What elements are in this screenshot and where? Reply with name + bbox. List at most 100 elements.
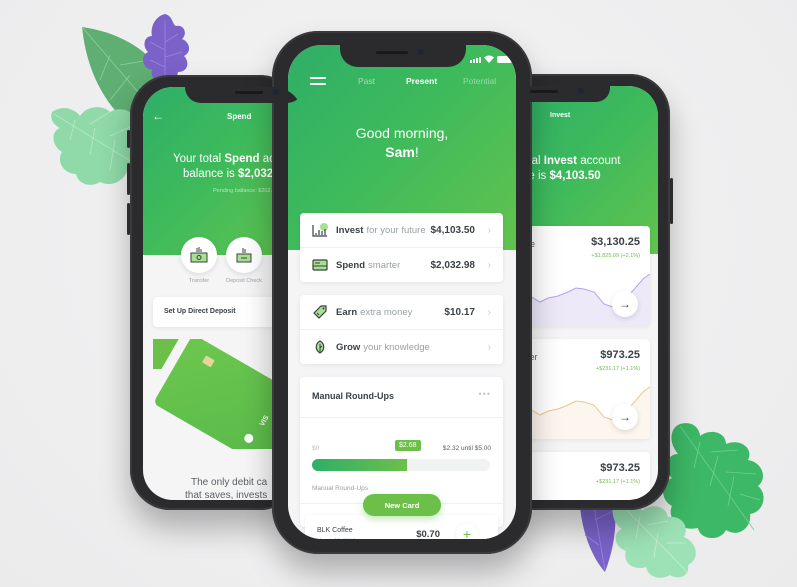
plus-icon: + xyxy=(462,526,472,539)
status-bar xyxy=(470,55,512,63)
portfolio-amount: $973.25 xyxy=(600,349,640,361)
spend-balance-line1: Your total Spend ac xyxy=(173,153,275,165)
wifi-icon xyxy=(484,55,494,63)
account-title: Spend xyxy=(336,259,366,271)
transfer-icon xyxy=(190,247,208,263)
tagline-line2: that saves, invests xyxy=(185,490,268,500)
card-icon xyxy=(312,259,328,271)
portfolio-change: +$1,825.09 (+2.1%) xyxy=(591,253,640,259)
account-subtitle: for your future xyxy=(366,224,426,236)
chevron-right-icon: › xyxy=(487,259,491,271)
divider xyxy=(300,417,503,418)
portfolio-amount: $973.25 xyxy=(600,462,640,474)
balance-account-name: Spend xyxy=(224,153,260,165)
extra-row-grow[interactable]: Grow your knowledge › xyxy=(300,330,503,364)
portfolio-arrow-button[interactable]: → xyxy=(612,404,638,430)
notch xyxy=(520,86,610,102)
portfolio-card[interactable]: ore $3,130.25 +$1,825.09 (+2.1%) → xyxy=(520,226,650,326)
chevron-right-icon: › xyxy=(487,306,491,318)
extra-amount: $10.17 xyxy=(444,306,475,318)
speaker xyxy=(376,51,408,54)
account-title: Invest xyxy=(336,224,364,236)
home-screen: Past Present Potential Good morning, Sam… xyxy=(288,45,516,539)
spend-balance-line2: balance is $2,032 xyxy=(183,168,273,180)
arrow-right-icon: → xyxy=(619,410,631,424)
speaker xyxy=(235,91,263,94)
tag-icon xyxy=(313,305,327,319)
extra-title: Grow xyxy=(336,341,361,353)
add-roundup-button[interactable]: + xyxy=(456,523,478,539)
account-row-spend[interactable]: Spend smarter $2,032.98 › xyxy=(300,248,503,282)
card-chip xyxy=(202,355,215,368)
tab-present[interactable]: Present xyxy=(406,76,437,86)
tab-potential[interactable]: Potential xyxy=(463,76,496,86)
portfolio-change: +$231.17 (+1.1%) xyxy=(595,479,640,485)
signal-icon xyxy=(470,57,481,63)
transaction-date: March 13, 2017 xyxy=(317,538,355,539)
mute-switch xyxy=(127,130,130,148)
balance-text: Your total xyxy=(173,153,225,165)
transaction-merchant: BLK Coffee xyxy=(317,527,353,534)
invest-screen: Invest otal Invest account ue is $4,103.… xyxy=(520,86,658,500)
extras-card: Earn extra money $10.17 › Grow your knowle… xyxy=(300,295,503,364)
invest-balance-line1: otal Invest account xyxy=(522,155,620,167)
greeting-punct: ! xyxy=(414,144,419,160)
new-card-button[interactable]: New Card xyxy=(363,494,441,516)
card-logo-icon xyxy=(242,432,255,445)
user-name: Sam xyxy=(385,144,415,160)
progress-current-badge: $2.68 xyxy=(395,440,421,451)
camera xyxy=(273,89,279,95)
speaker xyxy=(530,90,558,93)
chevron-right-icon: › xyxy=(487,224,491,236)
progress-remaining-label: $2.32 until $5.00 xyxy=(442,445,491,452)
camera xyxy=(418,49,424,55)
accounts-card: Invest for your future $4,103.50 › Spend s… xyxy=(300,213,503,282)
deposit-check-icon xyxy=(236,248,252,263)
roundups-title: Manual Round-Ups xyxy=(312,391,394,401)
extra-subtitle: your knowledge xyxy=(363,341,430,353)
phone-invest: Invest otal Invest account ue is $4,103.… xyxy=(520,74,673,510)
portfolio-card[interactable]: ater $973.25 +$231.17 (+1.1%) → xyxy=(520,339,650,439)
portfolio-card[interactable]: $973.25 +$231.17 (+1.1%) xyxy=(520,452,650,500)
tagline-line1: The only debit ca xyxy=(191,477,268,488)
deposit-check-button[interactable] xyxy=(226,237,262,273)
phone-home: Past Present Potential Good morning, Sam… xyxy=(272,31,532,554)
account-subtitle: smarter xyxy=(368,259,401,271)
greeting-line1: Good morning, xyxy=(355,125,449,141)
stage: ← Spend Your total Spend ac balance is $… xyxy=(0,0,797,587)
portfolio-amount: $3,130.25 xyxy=(591,236,640,248)
camera xyxy=(578,88,584,94)
battery-icon xyxy=(497,56,512,63)
hamburger-icon xyxy=(310,77,326,79)
pending-balance: Pending ballance: $202.1 xyxy=(213,188,276,194)
transaction-amount: $0.70 xyxy=(416,529,440,539)
card-brand: VIS xyxy=(258,414,271,428)
extra-row-earn[interactable]: Earn extra money $10.17 › xyxy=(300,295,503,329)
notch xyxy=(340,45,466,67)
account-row-invest[interactable]: Invest for your future $4,103.50 › xyxy=(300,213,503,247)
chevron-right-icon: › xyxy=(487,341,491,353)
invest-balance-line2: ue is $4,103.50 xyxy=(522,170,601,182)
deposit-check-label: Deposit Check xyxy=(226,278,262,284)
notch xyxy=(185,87,303,103)
tab-past[interactable]: Past xyxy=(358,76,375,86)
extra-subtitle: extra money xyxy=(360,306,413,318)
balance-amount: $4,103.50 xyxy=(549,170,601,182)
power-button xyxy=(670,178,673,224)
portfolio-arrow-button[interactable]: → xyxy=(612,291,638,317)
volume-up-button xyxy=(127,163,130,195)
balance-account-name: Invest xyxy=(543,155,577,167)
back-arrow-icon[interactable]: ← xyxy=(152,109,164,123)
hamburger-icon xyxy=(310,83,326,85)
greeting-line2: Sam! xyxy=(288,144,516,160)
transfer-button[interactable] xyxy=(181,237,217,273)
more-options-icon[interactable]: ••• xyxy=(479,389,491,399)
balance-text: balance is xyxy=(183,168,238,180)
account-amount: $2,032.98 xyxy=(430,259,476,271)
volume-down-button xyxy=(127,203,130,235)
menu-button[interactable] xyxy=(310,77,326,86)
transaction-row[interactable]: BLK Coffee March 13, 2017 $0.70 + xyxy=(305,515,498,539)
balance-text: account xyxy=(577,155,621,167)
extra-title: Earn xyxy=(336,306,358,318)
roundups-progress-bar xyxy=(312,459,490,471)
